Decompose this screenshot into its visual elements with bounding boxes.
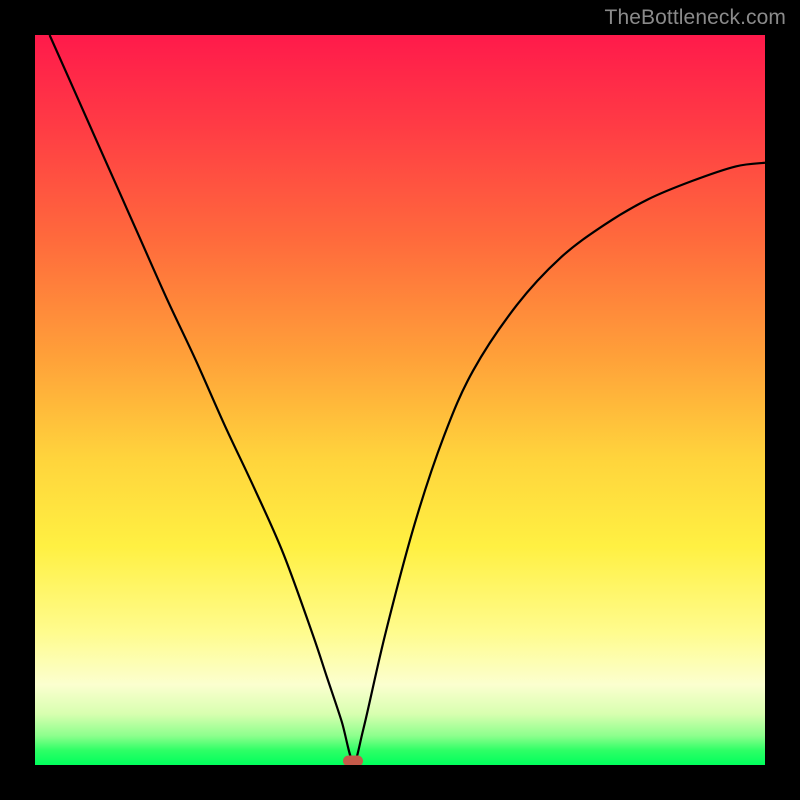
minimum-marker <box>343 756 363 765</box>
bottleneck-curve-path <box>50 35 765 761</box>
watermark-text: TheBottleneck.com <box>605 6 786 30</box>
chart-frame: TheBottleneck.com <box>0 0 800 800</box>
plot-area <box>35 35 765 765</box>
curve-svg <box>35 35 765 765</box>
